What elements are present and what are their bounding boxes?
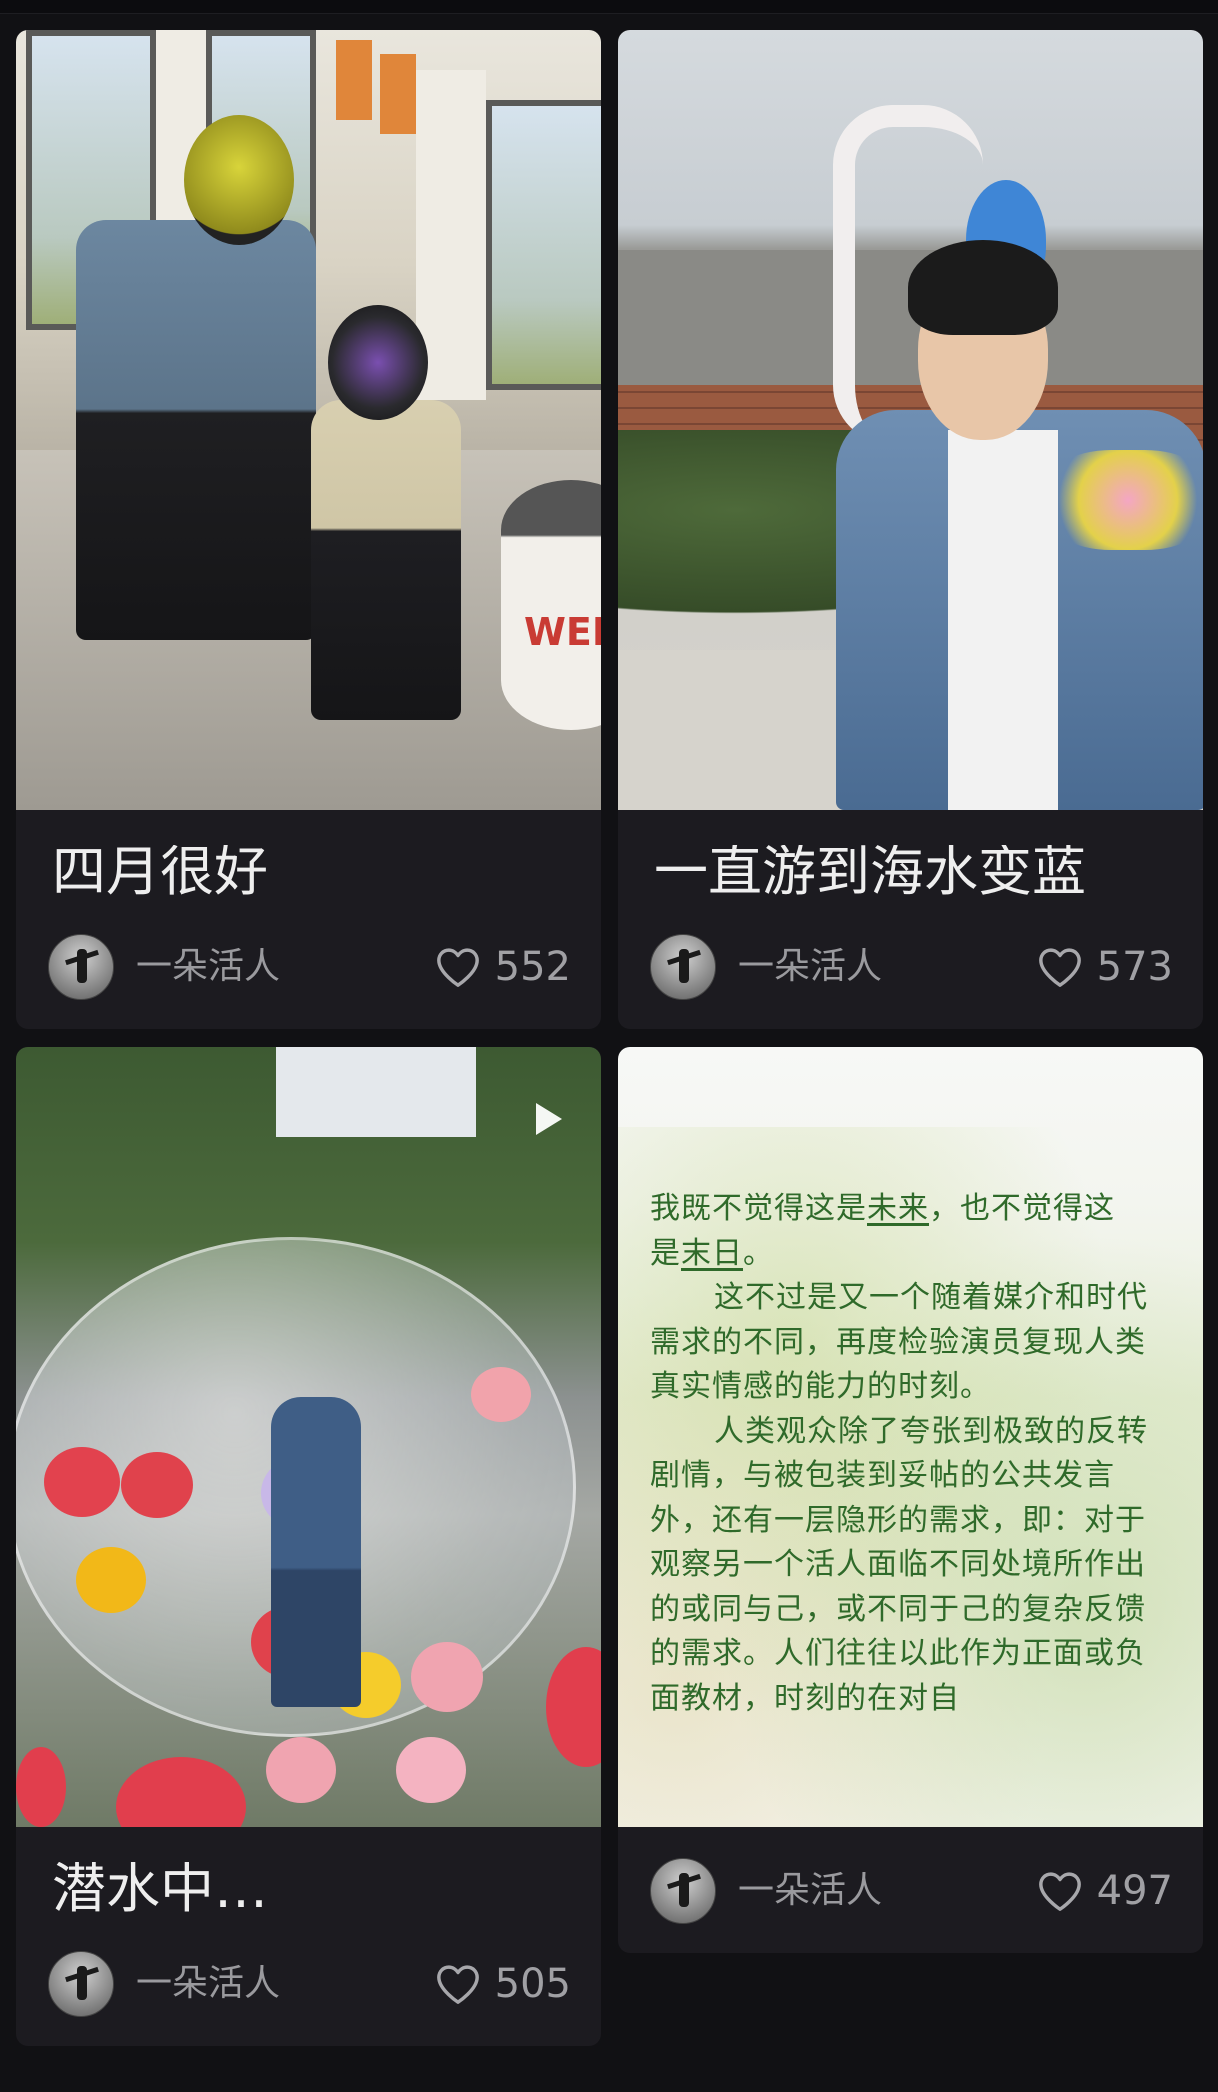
balloon (76, 1547, 146, 1613)
post-cover-image[interactable] (618, 30, 1203, 810)
author-name[interactable]: 一朵活人 (738, 1864, 882, 1918)
child-figure (311, 400, 461, 720)
post-meta: 一朵活人 505 (48, 1951, 571, 2019)
post-card[interactable]: WEL 四月很好 一朵活人 552 (16, 30, 601, 1029)
heart-outline-icon (1038, 1872, 1081, 1911)
poem-line: 我既不觉得这是未来，也不觉得这 (650, 1191, 1115, 1226)
like-button[interactable]: 497 (1037, 1864, 1173, 1918)
balloon-colorful (1043, 450, 1203, 550)
balloon (471, 1367, 531, 1422)
balloon (16, 1747, 66, 1827)
child-helmet (328, 305, 428, 420)
post-meta: 一朵活人 497 (650, 1858, 1173, 1926)
sky (276, 1047, 476, 1137)
post-card[interactable]: 潜水中… 一朵活人 505 (16, 1047, 601, 2046)
heart-outline-icon (436, 948, 479, 987)
post-title[interactable]: 四月很好 (52, 845, 592, 899)
balloon (411, 1642, 483, 1712)
window (486, 100, 601, 390)
balloon (44, 1447, 120, 1517)
author-name[interactable]: 一朵活人 (738, 940, 882, 994)
feed-grid: WEL 四月很好 一朵活人 552 一直游到海水变蓝 (0, 0, 1218, 2092)
author-avatar[interactable] (48, 1951, 114, 2017)
adult-figure (76, 220, 316, 640)
author-name[interactable]: 一朵活人 (136, 940, 280, 994)
like-button[interactable]: 573 (1037, 940, 1173, 994)
person-hair (908, 240, 1058, 335)
pennant (336, 40, 372, 120)
heart-outline-icon (436, 1965, 479, 2004)
author-avatar[interactable] (650, 934, 716, 1000)
post-cover-image[interactable]: 我既不觉得这是未来，也不觉得这 是末日。 这不过是又一个随着媒介和时代需求的不同… (618, 1047, 1203, 1827)
post-meta: 一朵活人 573 (650, 934, 1173, 1002)
drum-text: WEL (524, 610, 601, 654)
like-button[interactable]: 505 (435, 1957, 571, 2011)
pennant (380, 54, 416, 134)
poem-paragraph: 这不过是又一个随着媒介和时代需求的不同，再度检验演员复现人类真实情感的能力的时刻… (650, 1280, 1148, 1404)
post-cover-image[interactable]: WEL (16, 30, 601, 810)
play-icon (536, 1103, 562, 1135)
like-count: 505 (494, 1961, 571, 2007)
person-in-bubble (271, 1397, 361, 1707)
like-count: 573 (1096, 944, 1173, 990)
post-card[interactable]: 一直游到海水变蓝 一朵活人 573 (618, 30, 1203, 1029)
text-image-content: 我既不觉得这是未来，也不觉得这 是末日。 这不过是又一个随着媒介和时代需求的不同… (650, 1187, 1170, 1721)
poem-paragraph: 人类观众除了夸张到极致的反转剧情，与被包装到妥帖的公共发言外，还有一层隐形的需求… (650, 1413, 1148, 1716)
helmet (184, 115, 294, 245)
post-title[interactable]: 一直游到海水变蓝 (654, 845, 1194, 899)
welcome-drum (501, 480, 601, 730)
author-name[interactable]: 一朵活人 (136, 1957, 280, 2011)
post-meta: 一朵活人 552 (48, 934, 571, 1002)
balloon (546, 1647, 601, 1767)
like-button[interactable]: 552 (435, 940, 571, 994)
poem-line: 是末日。 (650, 1235, 774, 1271)
balloon (266, 1737, 336, 1803)
balloon (121, 1452, 193, 1518)
like-count: 497 (1096, 1868, 1173, 1914)
author-avatar[interactable] (48, 934, 114, 1000)
heart-outline-icon (1038, 948, 1081, 987)
post-cover-image[interactable] (16, 1047, 601, 1827)
post-title[interactable]: 潜水中… (52, 1862, 592, 1916)
balloon (396, 1737, 466, 1803)
author-avatar[interactable] (650, 1858, 716, 1924)
post-card[interactable]: 我既不觉得这是未来，也不觉得这 是末日。 这不过是又一个随着媒介和时代需求的不同… (618, 1047, 1203, 1953)
balloon (116, 1757, 246, 1827)
person-shirt (948, 430, 1058, 810)
like-count: 552 (494, 944, 571, 990)
